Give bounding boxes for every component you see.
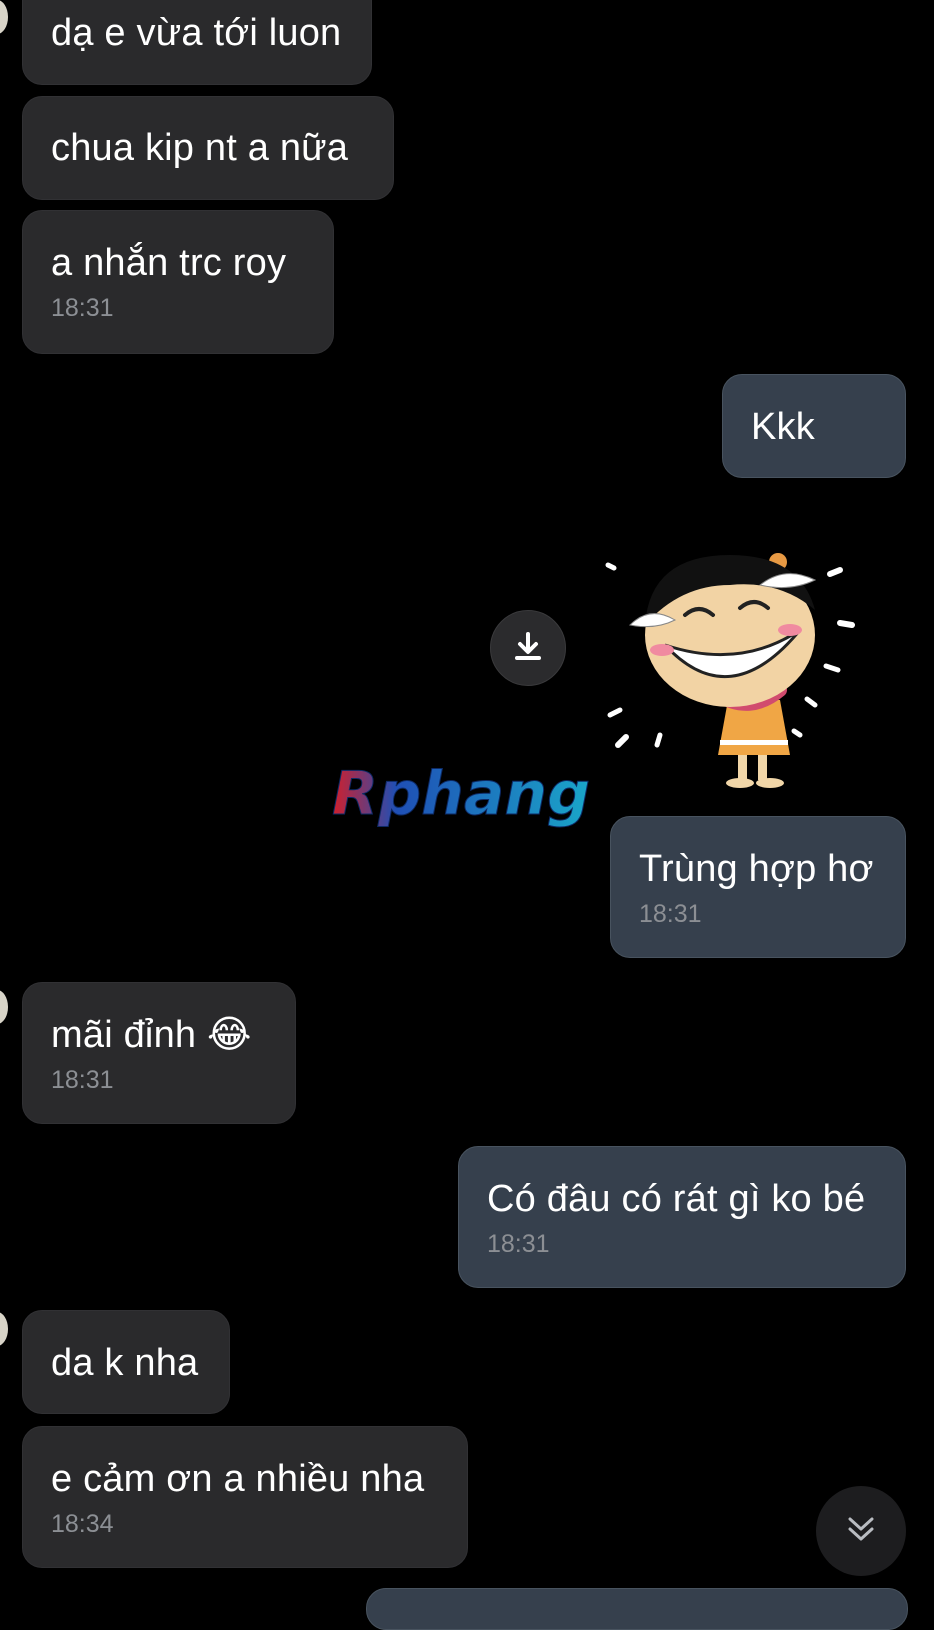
incoming-message[interactable]: chua kip nt a nữa <box>22 96 394 200</box>
message-timestamp: 18:31 <box>639 900 702 928</box>
message-timestamp: 18:31 <box>51 294 114 322</box>
avatar[interactable] <box>0 990 8 1024</box>
download-icon <box>511 629 545 668</box>
message-text: dạ e vừa tới luon <box>51 12 342 54</box>
download-button[interactable] <box>490 610 566 686</box>
message-timestamp: 18:31 <box>51 1066 114 1094</box>
laughing-girl-sticker[interactable] <box>590 530 870 800</box>
incoming-message[interactable]: dạ e vừa tới luon <box>22 0 372 85</box>
watermark-logo: Rphang <box>328 759 608 835</box>
message-text: e cảm ơn a nhiều nha <box>51 1458 425 1500</box>
message-timestamp: 18:34 <box>51 1510 114 1538</box>
message-text: da k nha <box>51 1342 199 1384</box>
outgoing-message[interactable]: Có đâu có rát gì ko bé 18:31 <box>458 1146 906 1288</box>
message-timestamp: 18:31 <box>487 1230 550 1258</box>
avatar[interactable] <box>0 1312 8 1346</box>
message-text: Trùng hợp hơ <box>639 848 874 890</box>
message-text: a nhắn trc roy <box>51 242 287 284</box>
incoming-message[interactable]: a nhắn trc roy 18:31 <box>22 210 334 354</box>
double-chevron-down-icon <box>846 1514 876 1549</box>
avatar[interactable] <box>0 0 8 34</box>
outgoing-message[interactable]: Trùng hợp hơ 18:31 <box>610 816 906 958</box>
scroll-to-bottom-button[interactable] <box>816 1486 906 1576</box>
message-text: Có đâu có rát gì ko bé <box>487 1178 866 1220</box>
incoming-message[interactable]: e cảm ơn a nhiều nha 18:34 <box>22 1426 468 1568</box>
outgoing-message[interactable]: Kkk <box>722 374 906 478</box>
message-text: chua kip nt a nữa <box>51 127 349 169</box>
message-text: Kkk <box>751 406 815 448</box>
incoming-message[interactable]: mãi đỉnh 😂 18:31 <box>22 982 296 1124</box>
message-text: mãi đỉnh 😂 <box>51 1014 252 1056</box>
outgoing-message[interactable] <box>366 1588 908 1630</box>
svg-text:Rphang: Rphang <box>332 760 590 829</box>
incoming-message[interactable]: da k nha <box>22 1310 230 1414</box>
